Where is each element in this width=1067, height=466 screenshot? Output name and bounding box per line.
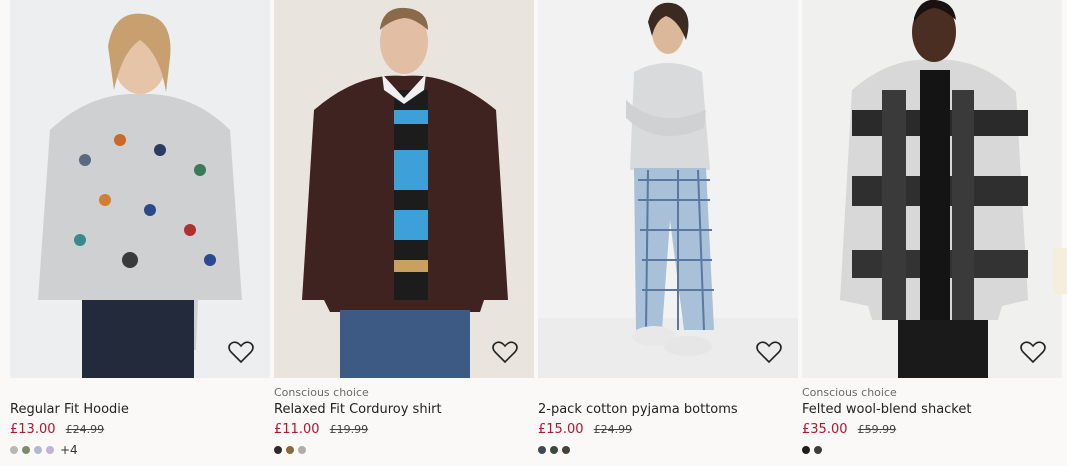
product-image[interactable] [10, 0, 270, 378]
product-title[interactable]: Relaxed Fit Corduroy shirt [274, 402, 534, 418]
product-image[interactable] [538, 0, 798, 378]
shacket-photo [802, 0, 1062, 378]
hoodie-photo [10, 0, 270, 378]
product-prices: £35.00 £59.99 [802, 422, 1062, 438]
colour-swatch[interactable] [550, 446, 558, 454]
product-prices: £13.00 £24.99 [10, 422, 270, 438]
product-prices: £11.00 £19.99 [274, 422, 534, 438]
product-card[interactable]: Regular Fit Hoodie £13.00 £24.99 +4 [10, 0, 270, 466]
product-info: Conscious choice Felted wool-blend shack… [802, 378, 1062, 466]
more-colours[interactable]: +4 [60, 443, 78, 457]
product-image[interactable] [274, 0, 534, 378]
product-info: 2-pack cotton pyjama bottoms £15.00 £24.… [538, 378, 798, 466]
colour-swatch[interactable] [274, 446, 282, 454]
product-title[interactable]: 2-pack cotton pyjama bottoms [538, 402, 798, 418]
heart-icon[interactable] [1020, 340, 1046, 364]
original-price: £24.99 [65, 423, 105, 436]
colour-swatch[interactable] [802, 446, 810, 454]
sale-price: £13.00 [10, 422, 56, 437]
product-title[interactable]: Regular Fit Hoodie [10, 402, 270, 418]
heart-icon[interactable] [756, 340, 782, 364]
product-title[interactable]: Felted wool-blend shacket [802, 402, 1062, 418]
colour-swatch[interactable] [538, 446, 546, 454]
colour-swatch[interactable] [22, 446, 30, 454]
colour-swatch[interactable] [10, 446, 18, 454]
colour-swatches [802, 444, 1062, 456]
product-tag: Conscious choice [274, 386, 369, 399]
product-grid: Regular Fit Hoodie £13.00 £24.99 +4 Cons… [10, 0, 1062, 466]
corduroy-shirt-photo [274, 0, 534, 378]
colour-swatches [274, 444, 534, 456]
product-card[interactable]: Conscious choice Felted wool-blend shack… [802, 0, 1062, 466]
colour-swatch[interactable] [286, 446, 294, 454]
product-card[interactable]: Conscious choice Relaxed Fit Corduroy sh… [274, 0, 534, 466]
sale-price: £35.00 [802, 422, 848, 437]
colour-swatch[interactable] [814, 446, 822, 454]
product-tag [538, 386, 798, 400]
sale-price: £15.00 [538, 422, 584, 437]
colour-swatch[interactable] [562, 446, 570, 454]
product-info: Conscious choice Relaxed Fit Corduroy sh… [274, 378, 534, 466]
product-prices: £15.00 £24.99 [538, 422, 798, 438]
sale-price: £11.00 [274, 422, 320, 437]
product-info: Regular Fit Hoodie £13.00 £24.99 +4 [10, 378, 270, 466]
pyjama-photo [538, 0, 798, 378]
colour-swatch[interactable] [34, 446, 42, 454]
heart-icon[interactable] [492, 340, 518, 364]
product-tag [10, 386, 270, 400]
heart-icon[interactable] [228, 340, 254, 364]
original-price: £24.99 [593, 423, 633, 436]
colour-swatch[interactable] [46, 446, 54, 454]
product-image[interactable] [802, 0, 1062, 378]
product-card[interactable]: 2-pack cotton pyjama bottoms £15.00 £24.… [538, 0, 798, 466]
colour-swatches [538, 444, 798, 456]
original-price: £19.99 [329, 423, 369, 436]
colour-swatch[interactable] [298, 446, 306, 454]
colour-swatches: +4 [10, 443, 270, 457]
original-price: £59.99 [857, 423, 897, 436]
side-tab[interactable] [1053, 248, 1067, 294]
product-tag: Conscious choice [802, 386, 897, 399]
